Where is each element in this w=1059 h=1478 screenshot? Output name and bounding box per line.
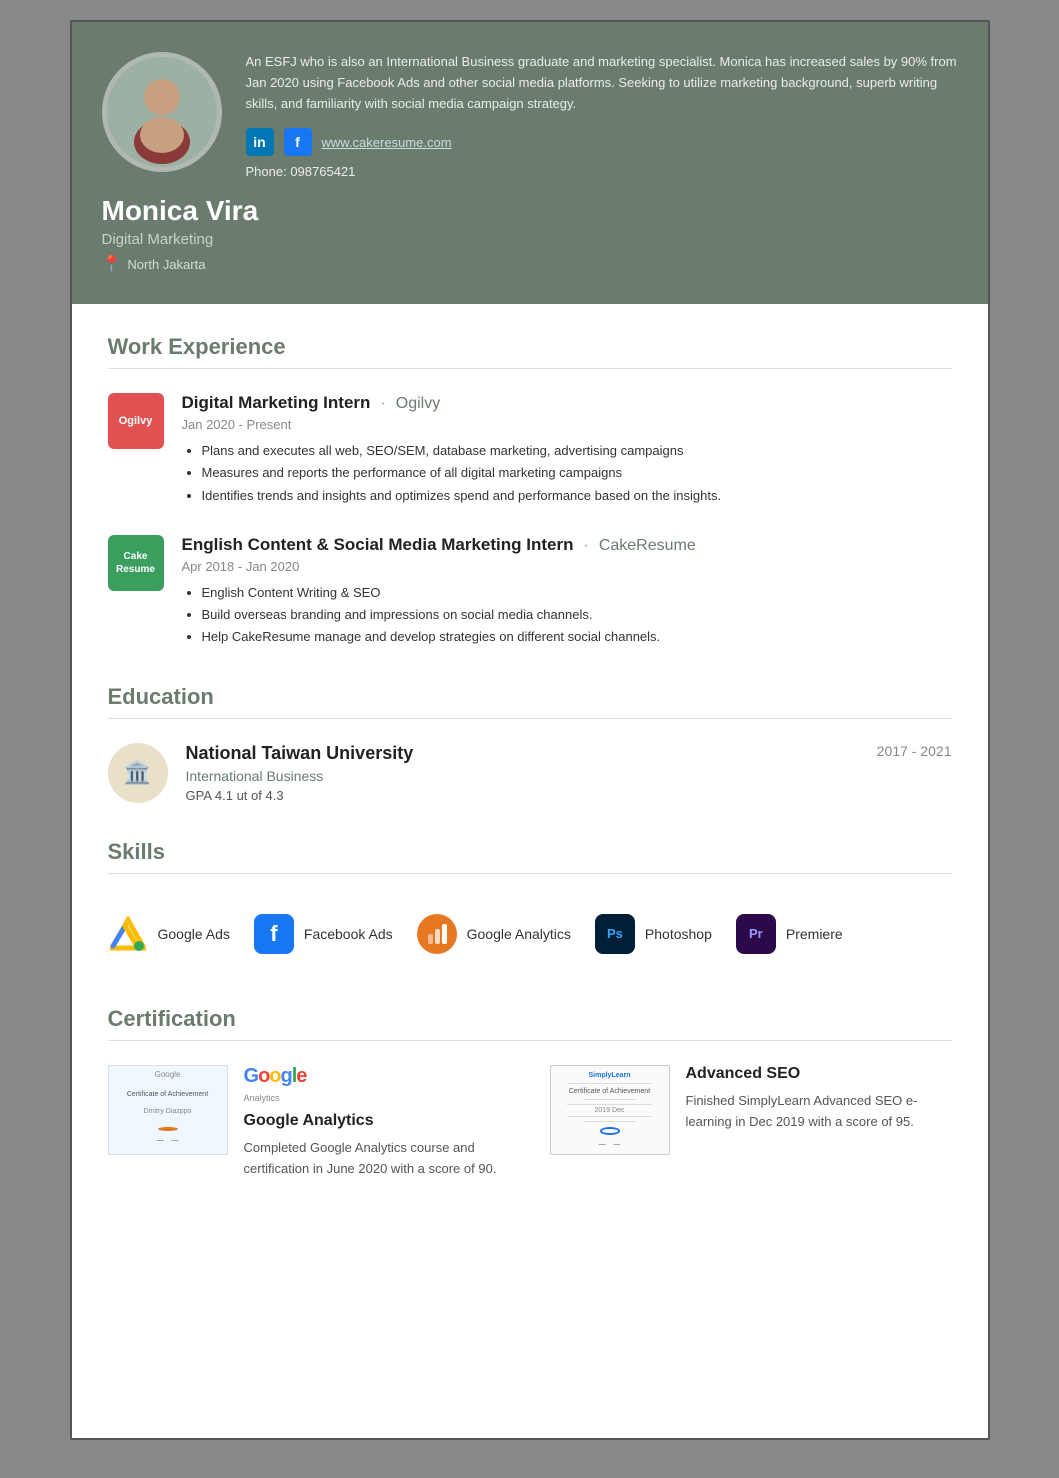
cert-info-seo: Advanced SEO Finished SimplyLearn Advanc… [686,1065,952,1180]
job-company-ogilvy: Ogilvy [396,395,440,413]
skill-google-analytics: Google Analytics [417,914,571,954]
premiere-icon: Pr [736,914,776,954]
edu-details: National Taiwan University 2017 - 2021 I… [186,743,952,803]
job-entry-ogilvy: Ogilvy Digital Marketing Intern · Ogilvy… [108,393,952,506]
edu-years: 2017 - 2021 [877,743,952,759]
candidate-name: Monica Vira [102,195,958,227]
google-logo: Google [244,1065,307,1087]
certification-section: Certification Google Certificate of Achi… [108,1006,952,1180]
skills-section: Skills Goo [108,839,952,970]
linkedin-icon[interactable]: in [246,128,274,156]
job-dates-ogilvy: Jan 2020 - Present [182,417,952,432]
cert-info-ga: Google Analytics Google Analytics Comple… [244,1065,510,1180]
job-bullet: Identifies trends and insights and optim… [202,485,952,507]
header-name-section: Monica Vira Digital Marketing 📍 North Ja… [102,195,958,274]
edu-degree: International Business [186,768,952,784]
candidate-title: Digital Marketing [102,231,958,248]
job-details-ogilvy: Digital Marketing Intern · Ogilvy Jan 20… [182,393,952,506]
skills-title: Skills [108,839,952,874]
website-link[interactable]: www.cakeresume.com [322,135,452,150]
job-bullet: English Content Writing & SEO [202,582,952,604]
job-title-cake: English Content & Social Media Marketing… [182,535,574,555]
education-section: Education 🏛️ National Taiwan University … [108,684,952,803]
facebook-icon[interactable]: f [284,128,312,156]
education-title: Education [108,684,952,719]
location-pin-icon: 📍 [102,254,122,274]
skill-premiere: Pr Premiere [736,914,843,954]
header-right: An ESFJ who is also an International Bus… [246,52,958,179]
job-details-cake: English Content & Social Media Marketing… [182,535,952,648]
job-bullets-cake: English Content Writing & SEO Build over… [182,582,952,648]
header-section: An ESFJ who is also an International Bus… [72,22,988,304]
facebook-ads-label: Facebook Ads [304,926,393,942]
ogilvy-logo: Ogilvy [108,393,164,449]
cert-name-ga: Google Analytics [244,1112,510,1130]
skills-row: Google Ads f Facebook Ads [108,898,952,970]
photoshop-label: Photoshop [645,926,712,942]
work-experience-section: Work Experience Ogilvy Digital Marketing… [108,334,952,648]
edu-entry-ntu: 🏛️ National Taiwan University 2017 - 202… [108,743,952,803]
university-logo: 🏛️ [108,743,168,803]
job-bullet: Plans and executes all web, SEO/SEM, dat… [202,440,952,462]
cert-desc-seo: Finished SimplyLearn Advanced SEO e-lear… [686,1091,952,1133]
premiere-label: Premiere [786,926,843,942]
google-analytics-label: Google Analytics [467,926,571,942]
cert-item-ga: Google Certificate of Achievement Dmitry… [108,1065,510,1180]
university-name: National Taiwan University [186,743,414,764]
job-company-cake: CakeResume [599,537,696,555]
social-row: in f www.cakeresume.com [246,128,958,156]
cert-item-seo: SimplyLearn Certificate of Achievement 2… [550,1065,952,1180]
google-ads-icon [108,914,148,954]
certification-title: Certification [108,1006,952,1041]
bio-text: An ESFJ who is also an International Bus… [246,52,958,114]
skill-photoshop: Ps Photoshop [595,914,712,954]
resume-page: An ESFJ who is also an International Bus… [70,20,990,1440]
facebook-ads-icon: f [254,914,294,954]
job-bullet: Help CakeResume manage and develop strat… [202,626,952,648]
cert-thumb-seo: SimplyLearn Certificate of Achievement 2… [550,1065,670,1155]
job-bullet: Build overseas branding and impressions … [202,604,952,626]
job-dates-cake: Apr 2018 - Jan 2020 [182,559,952,574]
skill-google-ads: Google Ads [108,914,230,954]
skill-facebook-ads: f Facebook Ads [254,914,393,954]
cert-name-seo: Advanced SEO [686,1065,952,1083]
cert-thumb-ga: Google Certificate of Achievement Dmitry… [108,1065,228,1155]
cert-desc-ga: Completed Google Analytics course and ce… [244,1138,510,1180]
avatar-wrap [102,52,222,179]
job-bullet: Measures and reports the performance of … [202,462,952,484]
phone-text: Phone: 098765421 [246,164,958,179]
cake-logo: CakeResume [108,535,164,591]
work-experience-title: Work Experience [108,334,952,369]
google-analytics-icon [417,914,457,954]
google-ads-label: Google Ads [158,926,230,942]
main-content: Work Experience Ogilvy Digital Marketing… [72,304,988,1245]
photoshop-icon: Ps [595,914,635,954]
job-bullets-ogilvy: Plans and executes all web, SEO/SEM, dat… [182,440,952,506]
avatar [102,52,222,172]
edu-gpa: GPA 4.1 ut of 4.3 [186,788,952,803]
location-text: North Jakarta [127,257,205,272]
location-row: 📍 North Jakarta [102,254,958,274]
job-entry-cake: CakeResume English Content & Social Medi… [108,535,952,648]
cert-row: Google Certificate of Achievement Dmitry… [108,1065,952,1180]
job-title-ogilvy: Digital Marketing Intern [182,393,371,413]
